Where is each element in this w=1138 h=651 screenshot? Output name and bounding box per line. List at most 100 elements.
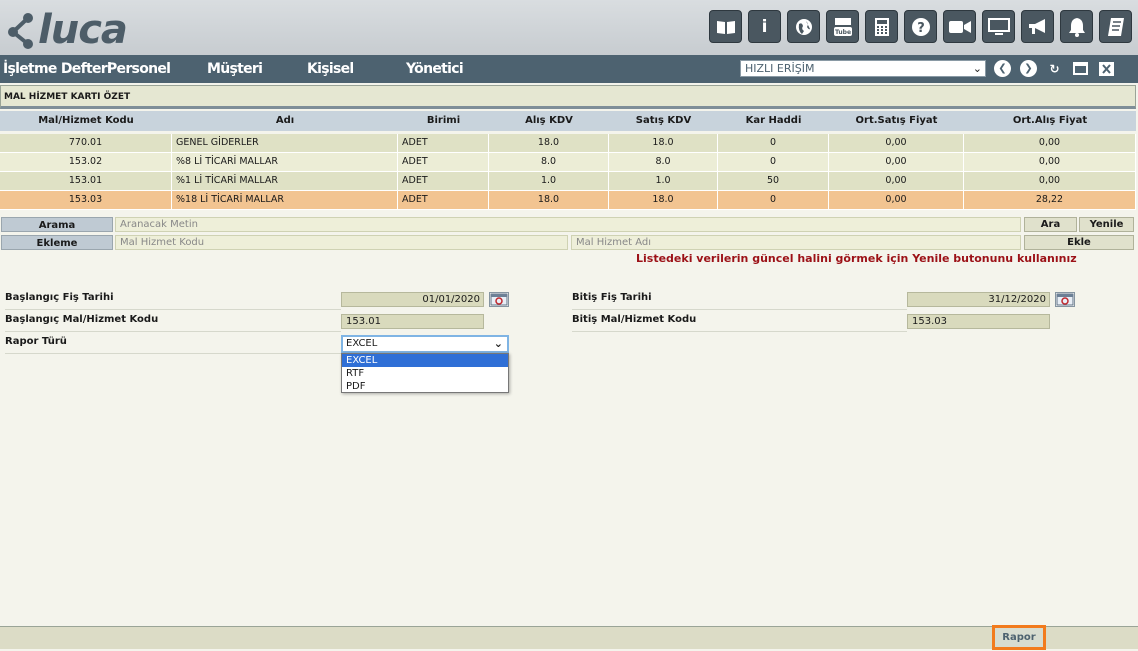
close-icon[interactable] <box>1098 60 1115 77</box>
option-pdf[interactable]: PDF <box>342 380 508 393</box>
youtube-icon[interactable]: Tube <box>826 10 859 43</box>
col-header-name[interactable]: Adı <box>172 115 398 126</box>
logo-text: luca <box>38 7 128 53</box>
back-icon[interactable]: ❮ <box>994 60 1011 77</box>
option-rtf[interactable]: RTF <box>342 367 508 380</box>
cell-sales-vat: 18.0 <box>609 134 718 153</box>
notebook-icon[interactable] <box>1099 10 1132 43</box>
cell-name: %1 Lİ TİCARİ MALLAR <box>172 172 398 191</box>
cell-purchase-vat: 18.0 <box>489 134 609 153</box>
menu-item-musteri[interactable]: Müşteri <box>207 61 263 77</box>
cell-profit-margin: 0 <box>718 191 829 210</box>
end-date-label: Bitiş Fiş Tarihi <box>572 290 907 310</box>
code-input[interactable]: Mal Hizmet Kodu <box>115 235 568 250</box>
col-header-avg-purchase-price[interactable]: Ort.Alış Fiyat <box>964 115 1136 126</box>
refresh-icon[interactable]: ↻ <box>1046 60 1063 77</box>
svg-text:?: ? <box>917 21 925 36</box>
footer-bar <box>0 626 1138 649</box>
report-type-dropdown: EXCEL RTF PDF <box>341 353 509 393</box>
calendar-icon[interactable] <box>1055 292 1075 307</box>
cell-code: 153.02 <box>0 153 172 172</box>
help-icon[interactable]: ? <box>904 10 937 43</box>
menu-item-kisisel[interactable]: Kişisel <box>307 61 354 77</box>
info-icon[interactable]: i <box>748 10 781 43</box>
report-button[interactable]: Rapor <box>992 625 1046 650</box>
col-header-code[interactable]: Mal/Hizmet Kodu <box>0 115 172 126</box>
cell-name: %8 Lİ TİCARİ MALLAR <box>172 153 398 172</box>
menu-item-yonetici[interactable]: Yönetici <box>406 61 464 77</box>
refresh-notice: Listedeki verilerin güncel halini görmek… <box>636 252 1077 265</box>
forward-icon[interactable]: ❯ <box>1020 60 1037 77</box>
share-logo-icon <box>8 13 33 49</box>
maximize-icon[interactable] <box>1072 60 1089 77</box>
col-header-purchase-vat[interactable]: Alış KDV <box>489 115 609 126</box>
cell-code: 153.03 <box>0 191 172 210</box>
cell-avg-sales-price: 0,00 <box>829 191 964 210</box>
cell-unit: ADET <box>398 191 489 210</box>
cell-code: 770.01 <box>0 134 172 153</box>
cell-profit-margin: 50 <box>718 172 829 191</box>
option-excel[interactable]: EXCEL <box>342 354 508 367</box>
calendar-icon[interactable] <box>489 292 509 307</box>
globe-icon[interactable] <box>787 10 820 43</box>
cell-unit: ADET <box>398 172 489 191</box>
cell-purchase-vat: 18.0 <box>489 191 609 210</box>
video-icon[interactable] <box>943 10 976 43</box>
add-button[interactable]: Ekle <box>1024 235 1134 250</box>
calculator-icon[interactable] <box>865 10 898 43</box>
cell-unit: ADET <box>398 153 489 172</box>
cell-avg-purchase-price: 28,22 <box>964 191 1136 210</box>
add-label: Ekleme <box>1 235 113 250</box>
cell-profit-margin: 0 <box>718 134 829 153</box>
top-bar: luca i Tube ? <box>0 0 1138 55</box>
report-type-label: Rapor Türü <box>5 334 341 354</box>
menu-item-personel[interactable]: Personel <box>107 61 171 77</box>
cell-purchase-vat: 8.0 <box>489 153 609 172</box>
cell-avg-sales-price: 0,00 <box>829 134 964 153</box>
col-header-avg-sales-price[interactable]: Ort.Satış Fiyat <box>829 115 964 126</box>
window-controls: ❮ ❯ ↻ <box>994 60 1115 77</box>
end-date-input[interactable]: 31/12/2020 <box>907 292 1050 307</box>
name-input[interactable]: Mal Hizmet Adı <box>571 235 1021 250</box>
chevron-down-icon: ⌄ <box>493 337 503 350</box>
col-header-profit-margin[interactable]: Kar Haddi <box>718 115 829 126</box>
cell-sales-vat: 8.0 <box>609 153 718 172</box>
cell-unit: ADET <box>398 134 489 153</box>
start-date-input[interactable]: 01/01/2020 <box>341 292 484 307</box>
search-label: Arama <box>1 217 113 232</box>
start-code-label: Başlangıç Mal/Hizmet Kodu <box>5 312 341 332</box>
col-header-sales-vat[interactable]: Satış KDV <box>609 115 718 126</box>
cell-code: 153.01 <box>0 172 172 191</box>
table-row[interactable]: 770.01 GENEL GİDERLER ADET 18.0 18.0 0 0… <box>0 134 1136 153</box>
svg-text:Tube: Tube <box>834 29 850 36</box>
report-type-value: EXCEL <box>346 338 378 349</box>
start-code-input[interactable]: 153.01 <box>341 314 484 329</box>
toolbar-icons: i Tube ? <box>709 10 1132 43</box>
table-row[interactable]: 153.02 %8 Lİ TİCARİ MALLAR ADET 8.0 8.0 … <box>0 153 1136 172</box>
section-title: MAL HİZMET KARTI ÖZET <box>0 85 1136 109</box>
book-icon[interactable] <box>709 10 742 43</box>
menu-item-isletme-defteri[interactable]: İşletme Defteri <box>3 61 112 77</box>
col-header-unit[interactable]: Birimi <box>398 115 489 126</box>
cell-avg-purchase-price: 0,00 <box>964 153 1136 172</box>
quick-access-select[interactable]: HIZLI ERİŞİM ⌄ <box>740 60 986 77</box>
report-type-select[interactable]: EXCEL ⌄ <box>341 335 509 353</box>
cell-sales-vat: 1.0 <box>609 172 718 191</box>
cell-avg-sales-price: 0,00 <box>829 153 964 172</box>
table-row-selected[interactable]: 153.03 %18 Lİ TİCARİ MALLAR ADET 18.0 18… <box>0 191 1136 210</box>
monitor-icon[interactable] <box>982 10 1015 43</box>
end-code-input[interactable]: 153.03 <box>907 314 1050 329</box>
search-button[interactable]: Ara <box>1024 217 1077 232</box>
refresh-button[interactable]: Yenile <box>1079 217 1134 232</box>
megaphone-icon[interactable] <box>1021 10 1054 43</box>
logo[interactable]: luca <box>6 8 146 52</box>
table-row[interactable]: 153.01 %1 Lİ TİCARİ MALLAR ADET 1.0 1.0 … <box>0 172 1136 191</box>
cell-avg-sales-price: 0,00 <box>829 172 964 191</box>
search-input[interactable]: Aranacak Metin <box>115 217 1021 232</box>
cell-avg-purchase-price: 0,00 <box>964 172 1136 191</box>
cell-sales-vat: 18.0 <box>609 191 718 210</box>
bell-icon[interactable] <box>1060 10 1093 43</box>
cell-profit-margin: 0 <box>718 153 829 172</box>
cell-name: %18 Lİ TİCARİ MALLAR <box>172 191 398 210</box>
cell-avg-purchase-price: 0,00 <box>964 134 1136 153</box>
